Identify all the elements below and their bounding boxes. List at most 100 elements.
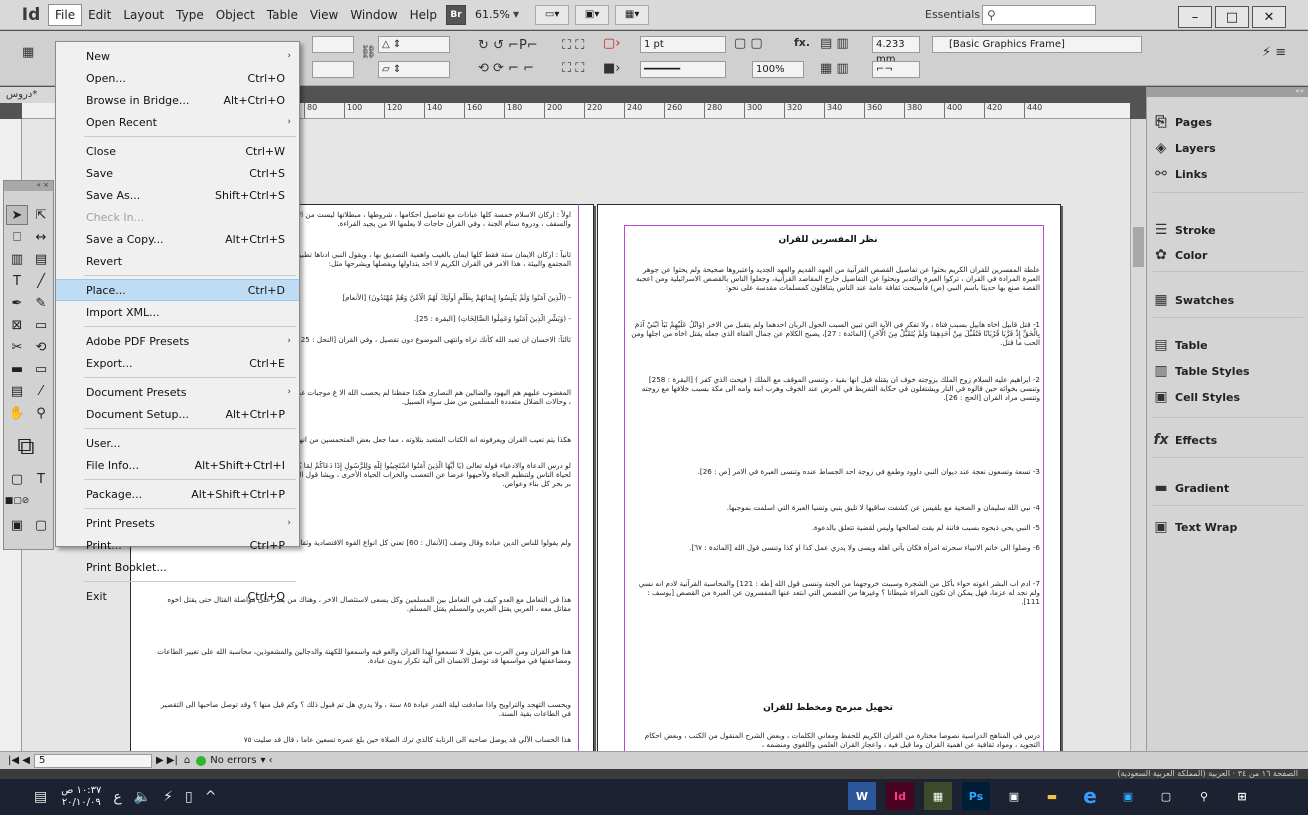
auto-width-field[interactable]: 4.233 mm <box>872 36 920 65</box>
line-tool-icon[interactable]: ╱ <box>30 271 52 291</box>
gap-tool-icon[interactable]: ↔ <box>30 227 52 247</box>
apply-color-icon[interactable]: ■▢⊘ <box>5 491 30 511</box>
panel-links[interactable]: ⚯ Links <box>1147 161 1308 187</box>
select-container-icon[interactable]: ⛶ ⛶ <box>562 61 584 76</box>
file-menu-item-save-a-copy[interactable]: Save a Copy... Alt+Ctrl+S <box>56 228 299 250</box>
page-tool-icon[interactable]: ⎕ <box>6 227 28 247</box>
formatting-text-icon[interactable]: T <box>30 469 52 489</box>
panel-swatches[interactable]: ▦ Swatches <box>1147 287 1308 313</box>
rectangle-frame-tool-icon[interactable]: ⊠ <box>6 315 28 335</box>
scrollbar-thumb[interactable] <box>1133 227 1144 267</box>
store-app-icon[interactable]: ▣ <box>1000 782 1028 810</box>
arrange-documents-button[interactable]: ▦▾ <box>615 4 650 25</box>
vertical-scrollbar[interactable] <box>1130 119 1146 751</box>
workspace-switcher[interactable]: Essentials <box>925 8 980 21</box>
file-menu-item-adobe-pdf-presets[interactable]: Adobe PDF Presets › <box>56 330 299 352</box>
reference-point-icon[interactable]: ▦ <box>22 45 34 60</box>
constrain-proportions-icon[interactable]: ⛓ <box>360 45 377 60</box>
normal-view-icon[interactable]: ▣ <box>6 515 28 535</box>
content-placer-icon[interactable]: ▤ <box>30 249 52 269</box>
panel-pages[interactable]: ⎘ Pages <box>1147 109 1308 135</box>
minimize-button[interactable]: – <box>1178 6 1212 28</box>
stroke-type-field[interactable]: ━━━━━━ <box>640 61 726 78</box>
chevron-down-icon[interactable]: ▼ <box>513 10 519 19</box>
menu-file[interactable]: File <box>48 3 83 26</box>
gradient-feather-tool-icon[interactable]: ▭ <box>30 359 52 379</box>
battery-icon[interactable]: ▯ <box>185 789 193 805</box>
menu-view[interactable]: View <box>304 4 344 26</box>
object-style-select[interactable]: [Basic Graphics Frame] <box>932 36 1142 53</box>
panel-cell-styles[interactable]: ▣ Cell Styles <box>1147 384 1308 410</box>
bridge-button[interactable]: Br <box>446 4 466 25</box>
search-input[interactable]: ⚲ <box>982 5 1096 25</box>
panel-color[interactable]: ✿ Color <box>1147 242 1308 268</box>
file-menu-item-open-recent[interactable]: Open Recent › <box>56 111 299 133</box>
fitting-icon[interactable]: ▦ ▥ <box>820 61 849 76</box>
menu-window[interactable]: Window <box>344 4 403 26</box>
preflight-menu-icon[interactable]: ▾ ‹ <box>260 755 272 766</box>
fill-swatch-icon[interactable]: ■› <box>603 61 620 76</box>
pencil-tool-icon[interactable]: ✎ <box>30 293 52 313</box>
height-field[interactable] <box>312 61 354 78</box>
file-menu-item-package[interactable]: Package... Alt+Shift+Ctrl+P <box>56 483 299 505</box>
preflight-status[interactable]: No errors <box>210 755 256 766</box>
rotation-angle-field[interactable]: △ ⇕ <box>378 36 450 53</box>
menu-type[interactable]: Type <box>170 4 210 26</box>
action-center-icon[interactable]: ▤ <box>34 789 47 805</box>
panel-table[interactable]: ▤ Table <box>1147 332 1308 358</box>
file-menu-item-close[interactable]: Close Ctrl+W <box>56 140 299 162</box>
task-view-icon[interactable]: ▢ <box>1152 782 1180 810</box>
select-content-icon[interactable]: ⛶ ⛶ <box>562 38 584 53</box>
file-explorer-icon[interactable]: ▬ <box>1038 782 1066 810</box>
file-menu-item-revert[interactable]: Revert <box>56 250 299 272</box>
corner-shape-field[interactable]: ⌐¬ <box>872 61 920 78</box>
stroke-weight-field[interactable]: 1 pt <box>640 36 726 53</box>
panel-text-wrap[interactable]: ▣ Text Wrap <box>1147 514 1308 540</box>
first-page-icon[interactable]: |◀ ◀ <box>8 755 30 766</box>
panel-stroke[interactable]: ☰ Stroke <box>1147 217 1308 243</box>
menu-layout[interactable]: Layout <box>117 4 170 26</box>
file-menu-item-print-presets[interactable]: Print Presets › <box>56 512 299 534</box>
flip-icon[interactable]: ⟲ ⟳ ⌐ ⌐ <box>478 61 534 76</box>
edge-browser-icon[interactable]: e <box>1076 782 1104 810</box>
menu-object[interactable]: Object <box>210 4 261 26</box>
shear-angle-field[interactable]: ▱ ⇕ <box>378 61 450 78</box>
width-field[interactable] <box>312 36 354 53</box>
panel-menu-icon[interactable]: ⚡ ≡ <box>1262 45 1286 60</box>
close-button[interactable]: ✕ <box>1252 6 1286 28</box>
eyedropper-tool-icon[interactable]: ⁄ <box>30 381 52 401</box>
file-menu-item-print[interactable]: Print... Ctrl+P <box>56 534 299 556</box>
screen-mode-button[interactable]: ▣▾ <box>575 4 610 25</box>
search-icon[interactable]: ⚲ <box>1190 782 1218 810</box>
panel-table-styles[interactable]: ▥ Table Styles <box>1147 358 1308 384</box>
page-right[interactable]: نظر المفسرين للقران علطة المفسرين للقران… <box>597 204 1061 751</box>
file-menu-item-save-as[interactable]: Save As... Shift+Ctrl+S <box>56 184 299 206</box>
file-menu-item-place[interactable]: Place... Ctrl+D <box>56 279 299 301</box>
type-tool-icon[interactable]: T <box>6 271 28 291</box>
volume-icon[interactable]: 🔈 <box>134 789 151 805</box>
dock-collapse-bar[interactable]: «« <box>1147 87 1308 97</box>
stroke-swatch-icon[interactable]: ▢› <box>603 36 620 51</box>
rotate-icon[interactable]: ↻ ↺ ⌐P⌐ <box>478 38 538 53</box>
file-menu-item-new[interactable]: New › <box>56 45 299 67</box>
network-icon[interactable]: ⚡ <box>163 789 173 805</box>
word-app-icon[interactable]: W <box>848 782 876 810</box>
file-menu-item-user[interactable]: User... <box>56 432 299 454</box>
file-menu-item-export[interactable]: Export... Ctrl+E <box>56 352 299 374</box>
windows-start-icon[interactable]: ⊞ <box>1228 782 1256 810</box>
panel-effects[interactable]: fx Effects <box>1147 427 1308 453</box>
photos-app-icon[interactable]: ▣ <box>1114 782 1142 810</box>
free-transform-tool-icon[interactable]: ⟲ <box>30 337 52 357</box>
file-menu-item-open[interactable]: Open... Ctrl+O <box>56 67 299 89</box>
calendar-app-icon[interactable]: ▦ <box>924 782 952 810</box>
preflight-icon[interactable]: ⌂ <box>184 755 190 766</box>
file-menu-item-save[interactable]: Save Ctrl+S <box>56 162 299 184</box>
document-tab[interactable]: دروس* <box>0 87 60 103</box>
file-menu-item-browse-in-bridge[interactable]: Browse in Bridge... Alt+Ctrl+O <box>56 89 299 111</box>
gradient-swatch-tool-icon[interactable]: ▬ <box>6 359 28 379</box>
file-menu-item-exit[interactable]: Exit Ctrl+Q <box>56 585 299 607</box>
opacity-field[interactable]: 100% <box>752 61 804 78</box>
language-icon[interactable]: ع <box>113 789 121 805</box>
preview-mode-icon[interactable]: ▢ <box>30 515 52 535</box>
formatting-container-icon[interactable]: ▢ <box>6 469 28 489</box>
